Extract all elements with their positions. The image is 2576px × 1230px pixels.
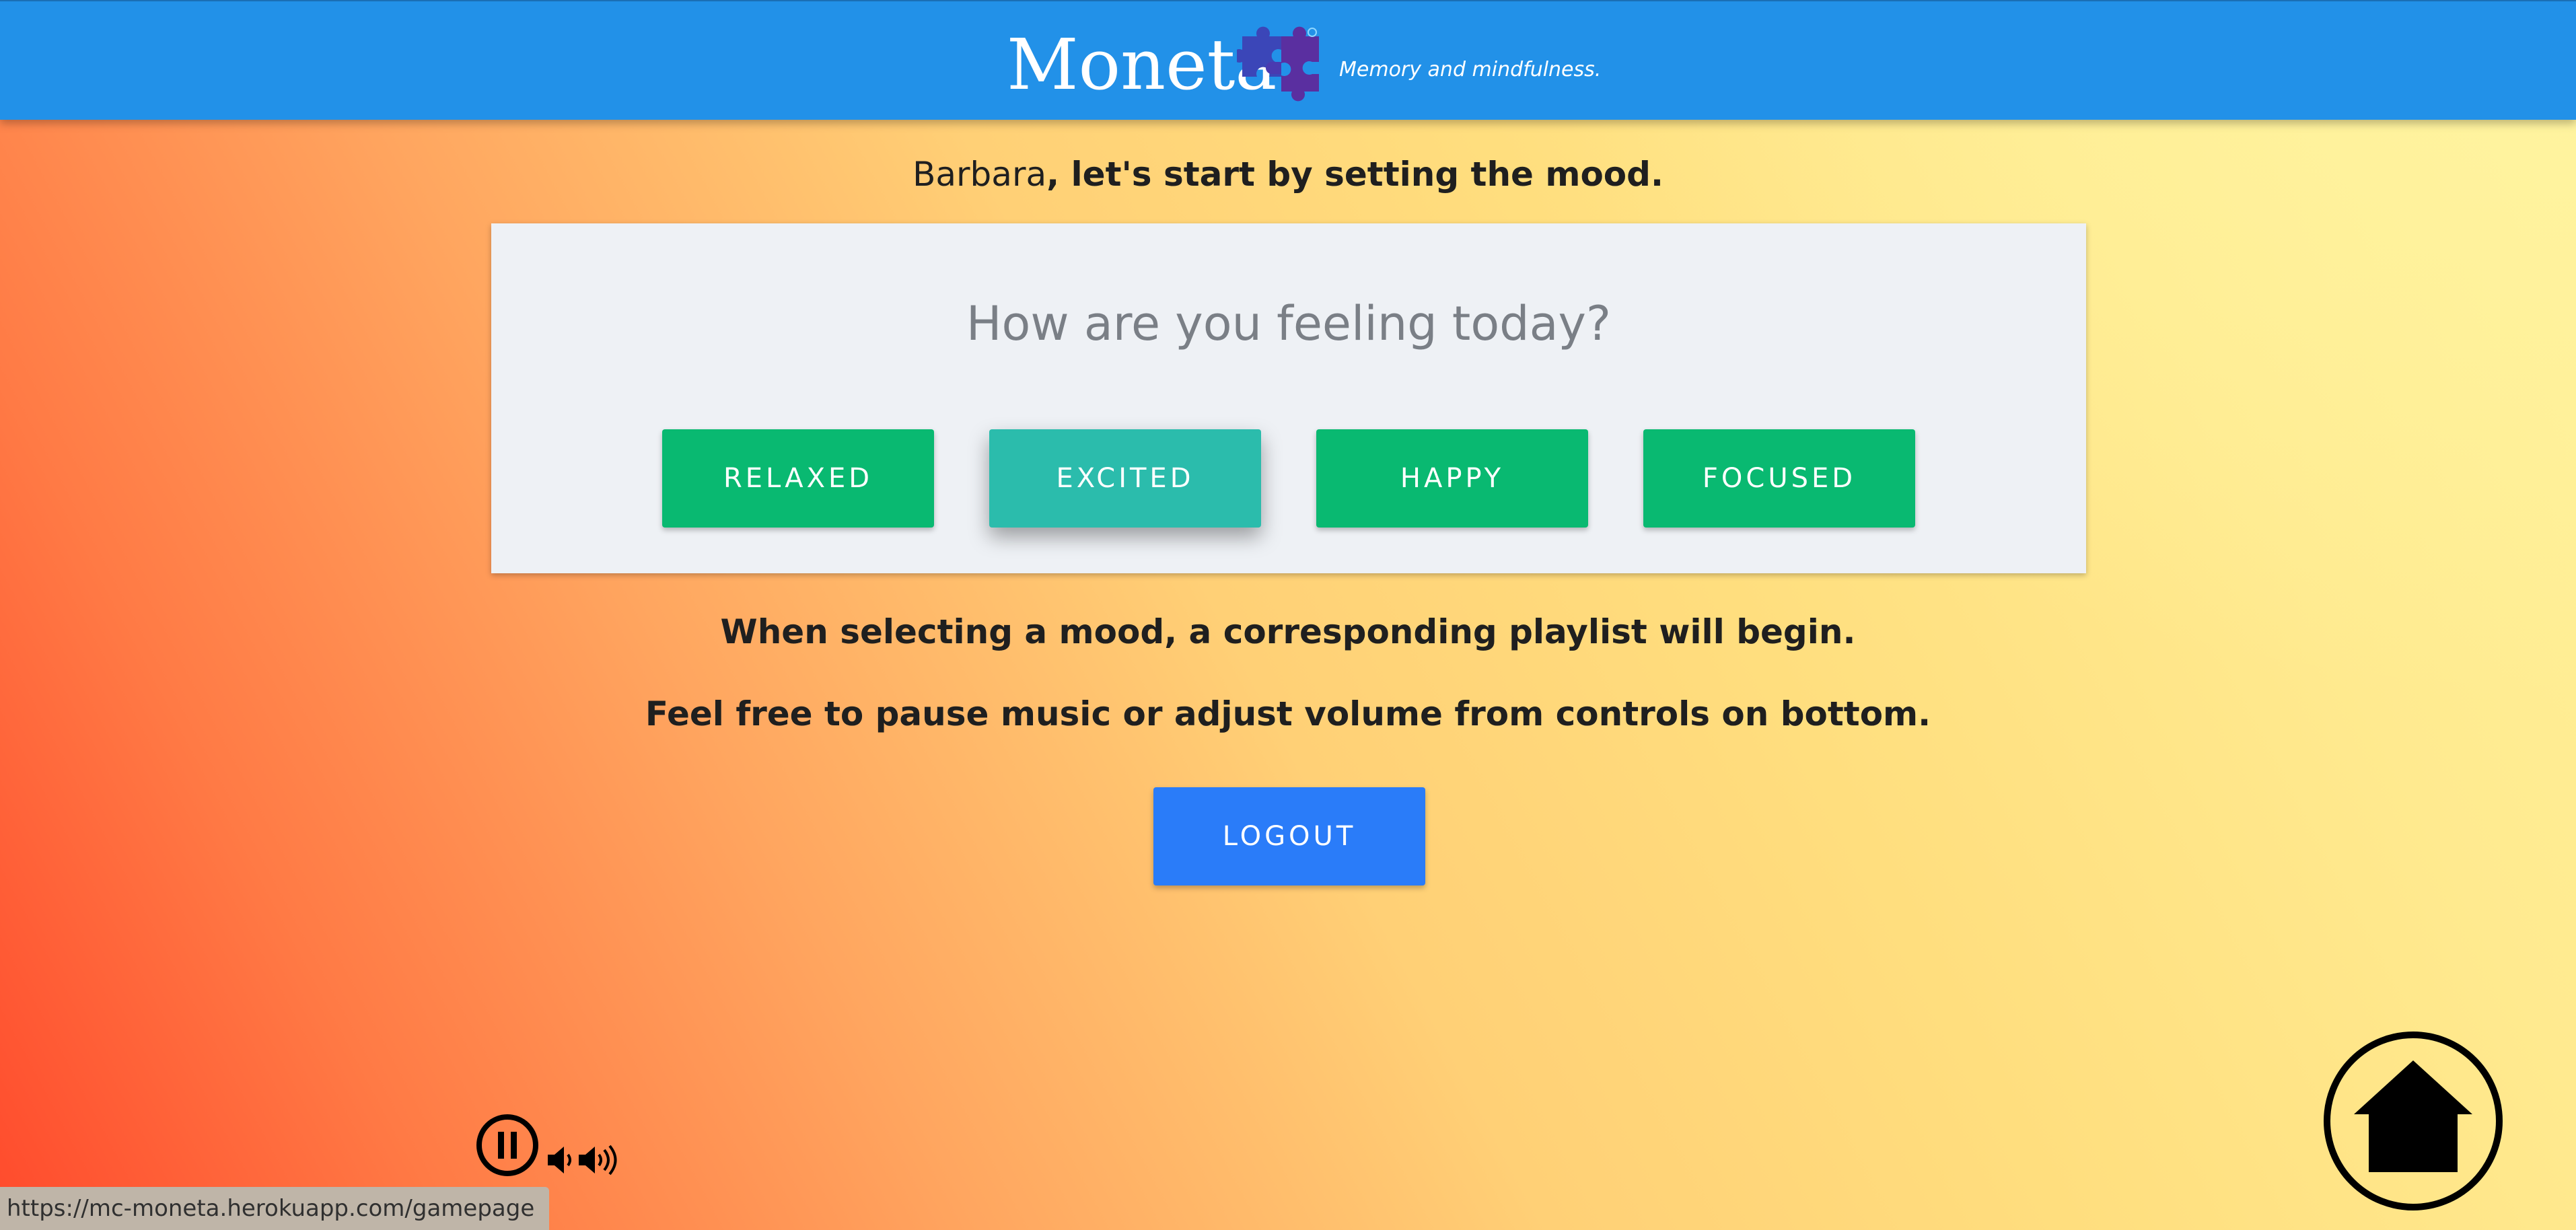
puzzle-logo-icon [1237,26,1319,102]
pause-circle-icon[interactable] [475,1113,540,1178]
controls-info: Feel free to pause music or adjust volum… [645,694,1931,733]
user-name: Barbara [913,155,1047,194]
volume-up-icon[interactable] [577,1144,619,1176]
mood-button-focused[interactable]: FOCUSED [1643,429,1915,528]
mood-question: How are you feeling today? [966,296,1612,351]
mood-button-happy[interactable]: HAPPY [1316,429,1588,528]
app-header: Moneta Memory and mindfulness. [0,0,2576,120]
mood-card: How are you feeling today? RELAXED EXCIT… [491,223,2086,573]
greeting-message: , let's start by setting the mood. [1046,155,1663,194]
logout-button[interactable]: LOGOUT [1153,787,1425,885]
playlist-info: When selecting a mood, a corresponding p… [720,612,1856,651]
greeting-text: Barbara, let's start by setting the mood… [0,155,2576,194]
status-bar-url: https://mc-moneta.herokuapp.com/gamepage [0,1187,550,1230]
tagline: Memory and mindfulness. [1339,58,1602,81]
mood-button-relaxed[interactable]: RELAXED [662,429,934,528]
home-icon[interactable] [2322,1029,2505,1213]
volume-down-icon[interactable] [546,1144,577,1176]
mood-button-excited[interactable]: EXCITED [989,429,1261,528]
